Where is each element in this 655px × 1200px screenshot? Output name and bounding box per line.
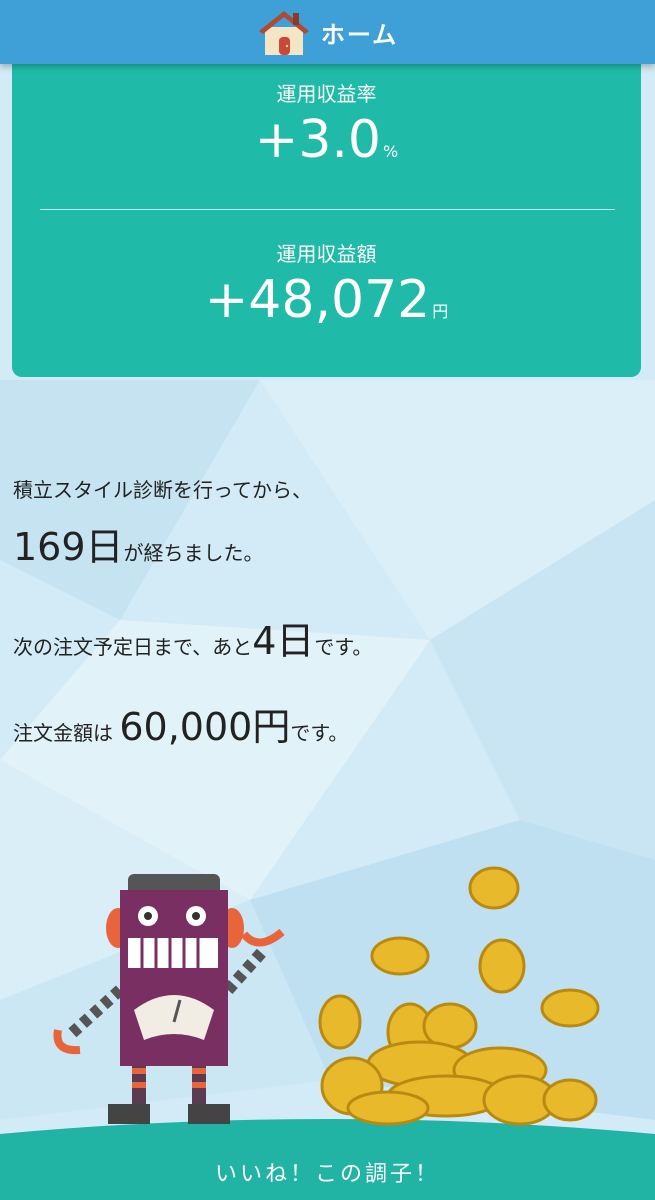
return-amount-unit: 円 [432, 302, 449, 321]
return-rate-label: 運用収益率 [276, 82, 377, 106]
next-order-line: 次の注文予定日まで、あと4日です。 [13, 610, 372, 665]
order-amount-prefix: 注文金額は [13, 721, 113, 745]
order-amount-line: 注文金額は 60,000円です。 [13, 696, 348, 751]
return-rate-value: +3.0% [12, 114, 641, 166]
page-title: ホーム [320, 20, 399, 49]
illustration [53, 866, 600, 1126]
elapsed-days-suffix: が経ちました。 [123, 541, 264, 565]
return-amount-label: 運用収益額 [276, 242, 377, 266]
app-header: ホーム [0, 0, 655, 64]
return-rate-number: +3.0 [254, 110, 382, 170]
order-amount-suffix: です。 [290, 721, 349, 745]
return-amount-value: +48,072 円 [12, 274, 641, 326]
elapsed-days-line: 169日が経ちました。 [13, 516, 264, 571]
next-order-days: 4日 [252, 619, 315, 663]
coins-illustration [318, 866, 600, 1126]
next-order-prefix: 次の注文予定日まで、あと [13, 635, 253, 659]
returns-card: 運用収益率 +3.0% 運用収益額 +48,072 円 [12, 64, 641, 377]
encouragement-message: いいね！この調子！ [214, 1162, 440, 1187]
diagnosis-intro: 積立スタイル診断を行ってから、 [13, 478, 312, 502]
robot-illustration [53, 874, 285, 1124]
house-icon [258, 11, 309, 55]
card-divider [40, 209, 615, 210]
order-amount-value: 60,000円 [119, 705, 291, 749]
elapsed-days-value: 169日 [13, 525, 124, 569]
next-order-suffix: です。 [314, 635, 373, 659]
return-rate-unit: % [383, 142, 399, 161]
return-amount-number: +48,072 [204, 270, 431, 330]
